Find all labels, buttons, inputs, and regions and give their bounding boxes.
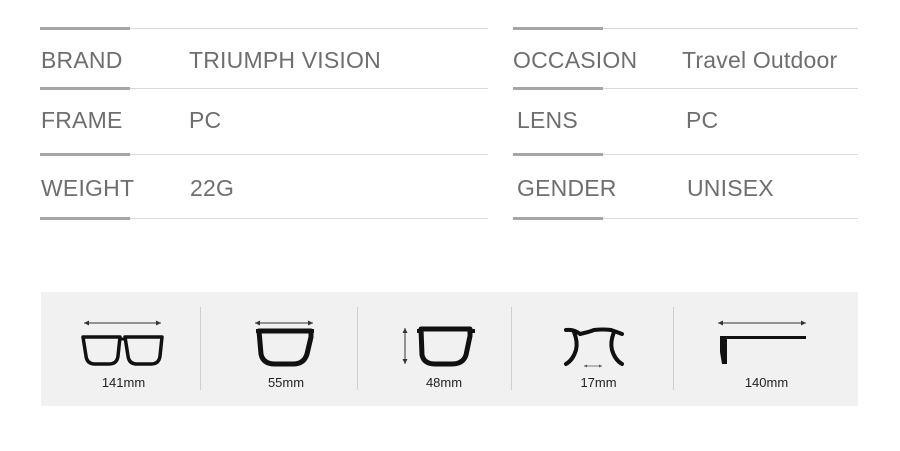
rule-thin (603, 218, 858, 219)
rule-thick (40, 27, 130, 30)
lens-label: LENS (517, 107, 578, 133)
rule-thin (130, 28, 488, 29)
gender-label: GENDER (517, 175, 617, 201)
brand-label: BRAND (41, 47, 123, 73)
weight-label: WEIGHT (41, 175, 135, 201)
temple-length-icon (718, 320, 806, 364)
bridge-width-value: 17mm (580, 375, 617, 390)
dimension-bridge-width: 17mm (516, 292, 681, 406)
temple-length-value: 140mm (744, 375, 789, 390)
rule-thick (40, 217, 130, 220)
dimension-temple-length: 140mm (675, 292, 858, 406)
rule-thick (40, 153, 130, 156)
dimensions-panel: 141mm 55mm 48mm 17mm 140mm (41, 292, 858, 406)
rule-thin (603, 88, 858, 89)
rule-thick (513, 87, 603, 90)
lens-width-value: 55mm (267, 375, 305, 390)
rule-thin (130, 154, 488, 155)
bridge-width-icon (564, 327, 624, 368)
rule-thin (603, 154, 858, 155)
occasion-label: OCCASION (513, 47, 638, 73)
frame-width-icon (81, 320, 164, 366)
rule-thick (513, 27, 603, 30)
rule-thick (513, 153, 603, 156)
weight-value: 22G (190, 175, 235, 201)
dimension-lens-width: 55mm (201, 292, 371, 406)
rule-thin (130, 88, 488, 89)
frame-width-value: 141mm (101, 375, 146, 390)
rule-thin (603, 28, 858, 29)
occasion-value: Travel Outdoor (682, 47, 838, 73)
lens-height-value: 48mm (425, 375, 463, 390)
gender-value: UNISEX (687, 175, 774, 201)
dimension-lens-height: 48mm (359, 292, 529, 406)
dimension-frame-width: 141mm (41, 292, 206, 406)
lens-value: PC (686, 107, 719, 133)
lens-height-icon (402, 326, 475, 367)
rule-thick (40, 87, 130, 90)
frame-label: FRAME (41, 107, 123, 133)
brand-value: TRIUMPH VISION (189, 47, 381, 73)
rule-thin (130, 218, 488, 219)
rule-thick (513, 217, 603, 220)
lens-width-icon (255, 320, 314, 367)
frame-value: PC (189, 107, 222, 133)
